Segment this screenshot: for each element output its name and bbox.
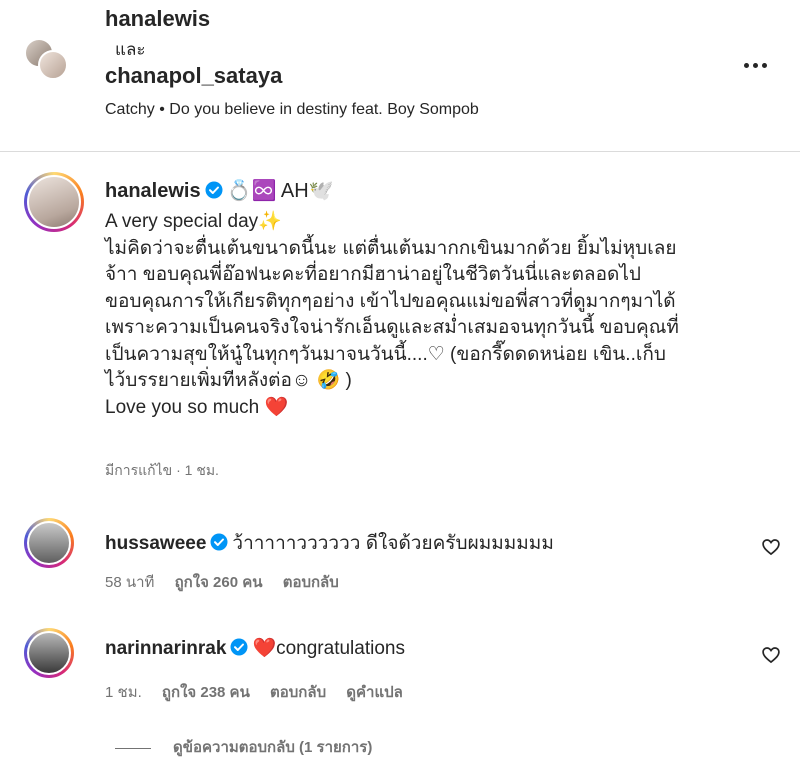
more-options-icon[interactable] bbox=[741, 55, 771, 75]
verified-badge-icon bbox=[210, 533, 228, 551]
comment-text: ❤️congratulations bbox=[252, 638, 405, 659]
comment-time: 1 ชม. bbox=[105, 684, 142, 701]
comment-username[interactable]: hussaweee bbox=[105, 533, 206, 554]
comment-avatar[interactable] bbox=[24, 628, 74, 678]
comment-meta: 58 นาที ถูกใจ 260 คน ตอบกลับ bbox=[105, 570, 355, 594]
like-heart-icon[interactable] bbox=[761, 537, 781, 557]
comment-text: ว้าาาาาวววววว ดีใจด้วยครับผมมมมมม bbox=[232, 533, 554, 554]
comment-username[interactable]: narinnarinrak bbox=[105, 638, 226, 659]
reply-button[interactable]: ตอบกลับ bbox=[270, 684, 326, 701]
music-info[interactable]: Catchy • Do you believe in destiny feat.… bbox=[105, 101, 479, 119]
caption-username[interactable]: hanalewis bbox=[105, 180, 201, 202]
comment-time: 58 นาที bbox=[105, 574, 155, 591]
comment-avatar[interactable] bbox=[24, 518, 74, 568]
collab-avatars[interactable] bbox=[24, 38, 70, 80]
view-replies-label[interactable]: ดูข้อความตอบกลับ (1 รายการ) bbox=[173, 739, 372, 756]
caption-header: hanalewis 💍♾️ AH🕊️ bbox=[105, 178, 334, 203]
reply-button[interactable]: ตอบกลับ bbox=[283, 574, 339, 591]
comment-line: hussaweee ว้าาาาาวววววว ดีใจด้วยครับผมมมม… bbox=[105, 528, 554, 558]
header-username-1[interactable]: hanalewis bbox=[105, 6, 210, 32]
caption-meta: มีการแก้ไข · 1 ชม. bbox=[105, 462, 219, 478]
verified-badge-icon bbox=[205, 181, 223, 199]
translate-button[interactable]: ดูคำแปล bbox=[346, 684, 403, 701]
comment-line: narinnarinrak ❤️congratulations bbox=[105, 636, 405, 660]
comment-likes[interactable]: ถูกใจ 238 คน bbox=[162, 684, 250, 701]
verified-badge-icon bbox=[230, 638, 248, 656]
divider-line bbox=[115, 747, 151, 749]
comment-meta: 1 ชม. ถูกใจ 238 คน ตอบกลับ ดูคำแปล bbox=[105, 680, 419, 704]
caption-avatar[interactable] bbox=[24, 172, 84, 232]
like-heart-icon[interactable] bbox=[761, 645, 781, 665]
post-header: hanalewis และ chanapol_sataya Catchy • D… bbox=[0, 0, 800, 152]
comment-likes[interactable]: ถูกใจ 260 คน bbox=[175, 574, 263, 591]
avatar[interactable] bbox=[38, 50, 68, 80]
view-replies-button[interactable]: ดูข้อความตอบกลับ (1 รายการ) bbox=[115, 735, 372, 759]
header-username-2[interactable]: chanapol_sataya bbox=[105, 63, 282, 89]
caption-emoji-text: 💍♾️ AH🕊️ bbox=[226, 180, 334, 202]
header-and-text: และ bbox=[115, 40, 146, 59]
caption-text: A very special day✨ ไม่คิดว่าจะตื่นเต้นข… bbox=[105, 211, 679, 418]
